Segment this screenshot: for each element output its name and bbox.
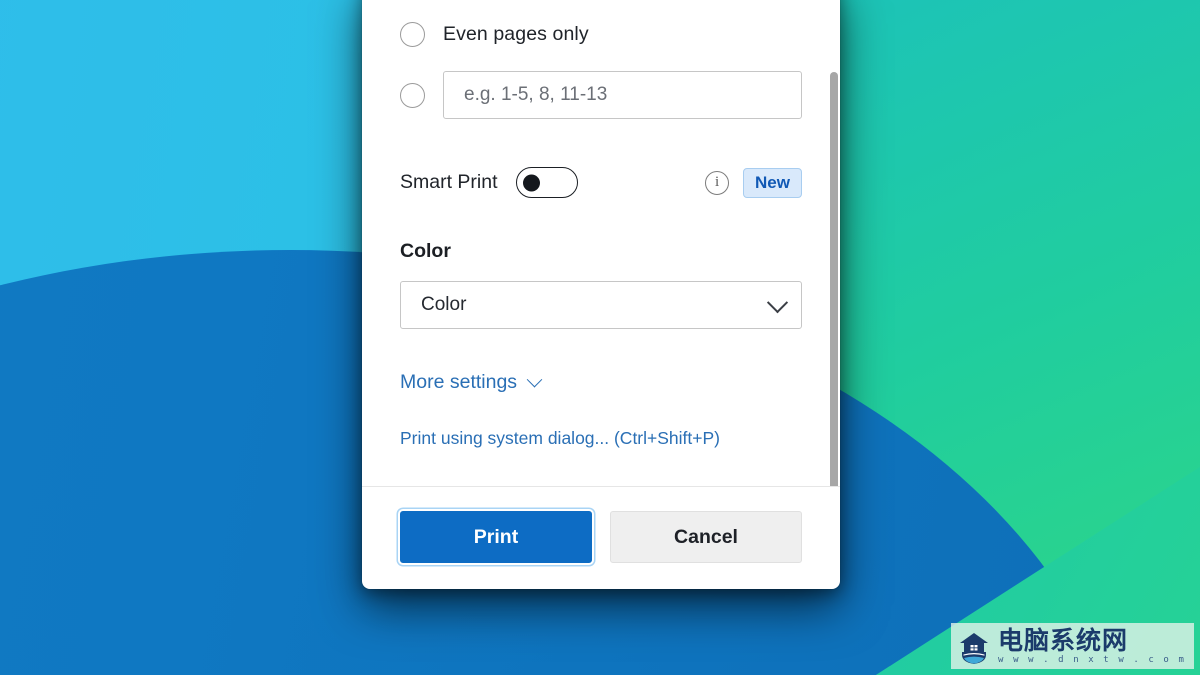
print-dialog-footer: Print Cancel: [362, 486, 840, 589]
print-dialog: Even pages only Smart Print i New Color …: [362, 0, 840, 589]
color-section-heading: Color: [400, 240, 451, 262]
smart-print-row: Smart Print i New: [400, 167, 802, 198]
chevron-down-icon: [526, 371, 543, 388]
house-shield-logo-icon: [960, 632, 989, 664]
more-settings-label: More settings: [400, 371, 518, 393]
site-watermark: 电脑系统网 w w w . d n x t w . c o m: [951, 623, 1194, 669]
color-select[interactable]: Color: [400, 281, 802, 329]
toggle-knob: [522, 174, 540, 191]
print-dialog-body: Even pages only Smart Print i New Color …: [362, 0, 840, 486]
print-button[interactable]: Print: [400, 511, 593, 563]
page-range-input[interactable]: [443, 71, 802, 119]
radio-circle-icon[interactable]: [400, 82, 425, 108]
radio-circle-icon[interactable]: [400, 22, 425, 47]
more-settings-link[interactable]: More settings: [400, 371, 543, 394]
watermark-title: 电脑系统网: [998, 626, 1129, 655]
info-icon[interactable]: i: [705, 170, 730, 195]
smart-print-label: Smart Print: [400, 171, 498, 193]
radio-label-even-pages: Even pages only: [443, 23, 589, 45]
dialog-scrollbar[interactable]: [830, 72, 838, 486]
cancel-button[interactable]: Cancel: [610, 511, 802, 563]
new-badge: New: [743, 167, 802, 198]
watermark-url: w w w . d n x t w . c o m: [998, 655, 1186, 665]
print-using-system-dialog-link[interactable]: Print using system dialog... (Ctrl+Shift…: [400, 428, 802, 449]
radio-option-even-pages[interactable]: Even pages only: [400, 0, 802, 47]
radio-option-custom-range[interactable]: [400, 71, 802, 119]
watermark-text-block: 电脑系统网 w w w . d n x t w . c o m: [998, 628, 1186, 665]
scrollbar-thumb[interactable]: [830, 72, 838, 486]
smart-print-toggle[interactable]: [515, 167, 578, 198]
chevron-down-icon: [766, 291, 789, 313]
color-select-value: Color: [421, 294, 467, 315]
